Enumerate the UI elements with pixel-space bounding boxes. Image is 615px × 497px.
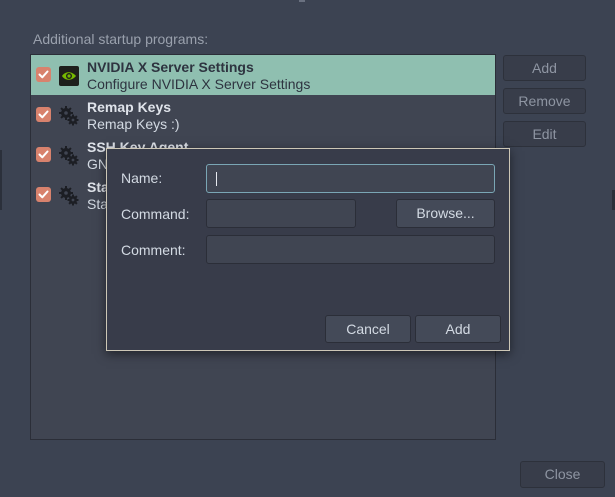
add-program-dialog: Name: Command: Browse... Comment: Cancel… (106, 148, 510, 351)
enabled-checkbox[interactable] (36, 147, 51, 162)
comment-field[interactable] (206, 235, 495, 264)
checkmark-icon (38, 70, 49, 79)
gears-icon (58, 105, 80, 127)
gears-icon (58, 185, 80, 207)
enabled-checkbox[interactable] (36, 187, 51, 202)
list-item-nvidia[interactable]: NVIDIA X Server Settings Configure NVIDI… (31, 55, 495, 95)
program-title: Remap Keys (87, 99, 172, 115)
cancel-button[interactable]: Cancel (325, 315, 411, 343)
checkmark-icon (38, 190, 49, 199)
add-program-button[interactable]: Add (503, 55, 586, 81)
name-label: Name: (121, 170, 163, 186)
program-description: Configure NVIDIA X Server Settings (87, 76, 311, 92)
checkmark-icon (38, 150, 49, 159)
nvidia-icon (58, 65, 80, 87)
remove-program-button[interactable]: Remove (503, 88, 586, 114)
program-description: Remap Keys :) (87, 116, 180, 132)
program-description: GN (87, 156, 108, 172)
gears-icon (58, 145, 80, 167)
close-button[interactable]: Close (520, 461, 605, 488)
list-item-remap-keys[interactable]: Remap Keys Remap Keys :) (31, 95, 495, 135)
text-caret (216, 172, 217, 186)
name-field[interactable] (206, 164, 495, 193)
edit-program-button[interactable]: Edit (503, 121, 586, 147)
command-field[interactable] (206, 199, 356, 228)
comment-label: Comment: (121, 242, 186, 258)
enabled-checkbox[interactable] (36, 107, 51, 122)
program-title: NVIDIA X Server Settings (87, 59, 254, 75)
enabled-checkbox[interactable] (36, 67, 51, 82)
command-label: Command: (121, 206, 190, 222)
background-edge-left (0, 150, 2, 210)
startup-programs-label: Additional startup programs: (33, 31, 209, 47)
confirm-add-button[interactable]: Add (415, 315, 501, 343)
browse-button[interactable]: Browse... (396, 199, 495, 228)
checkmark-icon (38, 110, 49, 119)
window-top-marker (299, 0, 305, 2)
program-description: Sta (87, 196, 109, 212)
